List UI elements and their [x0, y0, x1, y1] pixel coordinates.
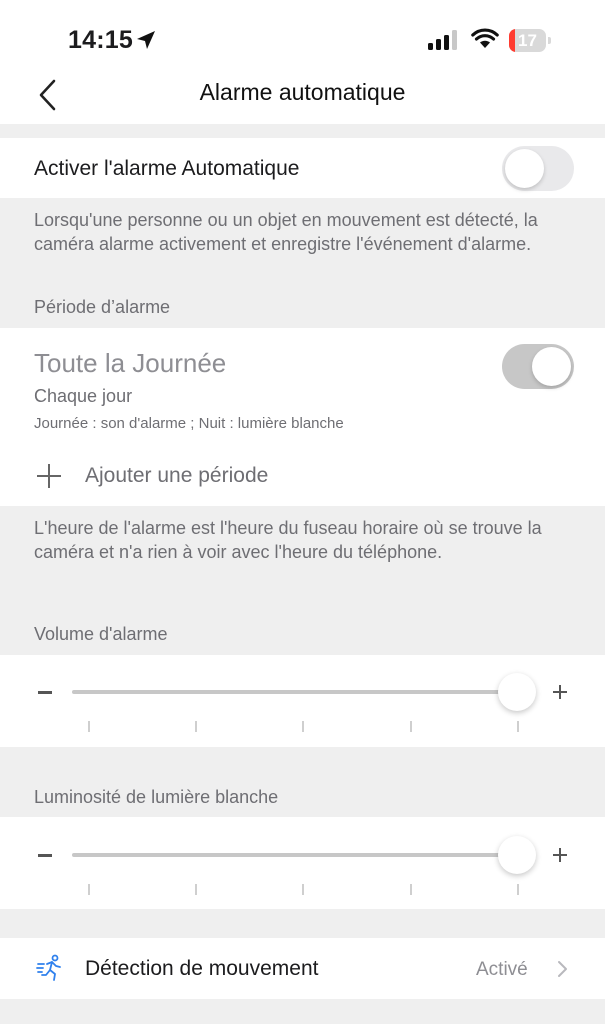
period-detail: Journée : son d'alarme ; Nuit : lumière … [34, 415, 344, 432]
brightness-decrease-icon[interactable] [38, 854, 52, 857]
wifi-icon [471, 28, 499, 48]
volume-decrease-icon[interactable] [38, 691, 52, 694]
motion-detection-value: Activé [476, 959, 528, 980]
page-title: Alarme automatique [199, 79, 406, 105]
motion-detection-label: Détection de mouvement [85, 957, 319, 980]
battery-icon: 17 [509, 29, 551, 52]
brightness-tick [410, 884, 412, 895]
timezone-note: L'heure de l'alarme est l'heure du fusea… [34, 518, 542, 562]
battery-level: 17 [518, 31, 537, 50]
auto-alarm-description: Lorsqu'une personne ou un objet en mouve… [34, 210, 538, 254]
brightness-tick [302, 884, 304, 895]
brightness-tick [195, 884, 197, 895]
period-card: Toute la Journée Chaque jour Journée : s… [0, 328, 605, 506]
auto-alarm-row[interactable]: Activer l'alarme Automatique [0, 138, 605, 198]
motion-detection-row[interactable]: Détection de mouvement Activé [0, 938, 605, 999]
brightness-slider-row [0, 817, 605, 909]
add-period-label: Ajouter une période [85, 464, 269, 487]
brightness-tick [88, 884, 90, 895]
volume-slider-row [0, 655, 605, 747]
cellular-signal-icon [428, 30, 457, 50]
running-person-icon [36, 954, 61, 981]
brightness-increase-icon[interactable] [553, 848, 567, 862]
volume-slider-track[interactable] [72, 690, 517, 694]
period-toggle[interactable] [502, 344, 574, 389]
plus-icon [37, 464, 61, 488]
period-repeat: Chaque jour [34, 386, 133, 406]
brightness-slider-thumb[interactable] [498, 836, 536, 874]
volume-section-header: Volume d'alarme [34, 624, 168, 644]
volume-tick [302, 721, 304, 732]
brightness-section-header: Luminosité de lumière blanche [34, 787, 279, 807]
volume-tick [517, 721, 519, 732]
volume-tick [410, 721, 412, 732]
brightness-slider-track[interactable] [72, 853, 517, 857]
period-section-header: Période d’alarme [34, 297, 171, 317]
volume-tick [195, 721, 197, 732]
status-time: 14:15 [68, 26, 133, 54]
nav-bar: Alarme automatique [0, 60, 605, 124]
volume-slider-thumb[interactable] [498, 673, 536, 711]
volume-tick [88, 721, 90, 732]
add-period-button[interactable]: Ajouter une période [34, 462, 354, 492]
auto-alarm-toggle[interactable] [502, 146, 574, 191]
chevron-right-icon [558, 961, 567, 977]
auto-alarm-label: Activer l'alarme Automatique [34, 157, 300, 180]
location-arrow-icon [137, 31, 155, 49]
brightness-tick [517, 884, 519, 895]
volume-increase-icon[interactable] [553, 685, 567, 699]
period-title: Toute la Journée [34, 348, 227, 378]
